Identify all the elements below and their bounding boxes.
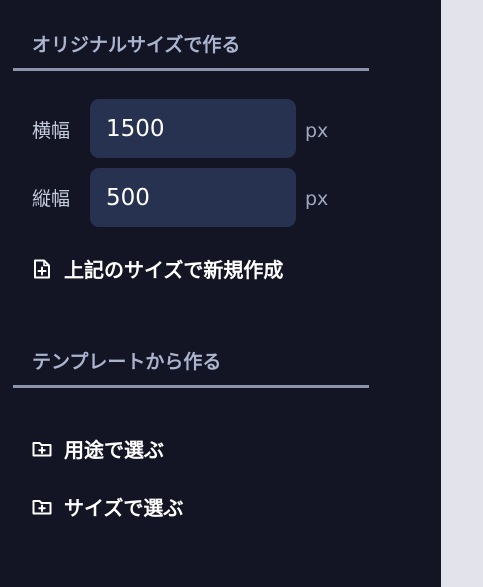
height-input[interactable]: [90, 168, 296, 227]
select-by-purpose-label: 用途で選ぶ: [64, 438, 164, 462]
width-unit: px: [305, 120, 329, 142]
section-divider: [13, 385, 369, 388]
create-with-size-label: 上記のサイズで新規作成: [64, 258, 284, 282]
select-by-size-label: サイズで選ぶ: [64, 496, 184, 520]
original-size-section-title: オリジナルサイズで作る: [32, 34, 241, 56]
width-input[interactable]: [90, 99, 296, 158]
canvas-area: [441, 0, 483, 587]
select-by-size-button[interactable]: サイズで選ぶ: [32, 492, 183, 521]
file-plus-icon: [32, 259, 52, 279]
sidebar-panel: オリジナルサイズで作る 横幅 px 縦幅 px 上記のサイズで新規作成 テンプレ…: [0, 0, 441, 587]
select-by-purpose-button[interactable]: 用途で選ぶ: [32, 434, 164, 463]
template-section-title: テンプレートから作る: [32, 351, 222, 373]
width-label: 横幅: [32, 120, 71, 142]
height-unit: px: [305, 188, 329, 210]
create-with-size-button[interactable]: 上記のサイズで新規作成: [32, 254, 283, 283]
height-label: 縦幅: [32, 188, 71, 210]
folder-plus-icon: [32, 439, 52, 459]
section-divider: [13, 68, 369, 71]
folder-plus-icon: [32, 497, 52, 517]
